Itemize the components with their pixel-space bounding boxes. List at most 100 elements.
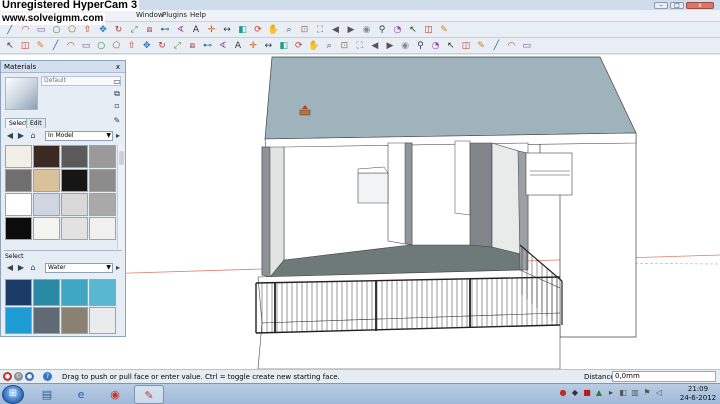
next-icon[interactable]: ▶ <box>345 24 357 36</box>
zoom-icon[interactable]: ⌕ <box>283 24 295 36</box>
tab-edit[interactable]: Edit <box>26 118 46 128</box>
orbit-icon[interactable]: ⟳ <box>252 24 264 36</box>
rectangle-icon[interactable]: ▭ <box>80 40 92 52</box>
help-icon[interactable]: ? <box>43 372 52 381</box>
collection-dropdown-secondary[interactable]: Water ▼ <box>45 263 113 273</box>
tray-icon-2[interactable]: ■ <box>582 388 592 398</box>
credits-icon[interactable]: © <box>14 372 23 381</box>
section-icon[interactable]: ◧ <box>237 24 249 36</box>
back-arrow-icon[interactable]: ◀ <box>5 131 15 141</box>
material-swatch[interactable] <box>61 217 88 240</box>
text-icon[interactable]: A <box>232 40 244 52</box>
text-icon[interactable]: A <box>190 24 202 36</box>
arc-icon[interactable]: ◠ <box>65 40 77 52</box>
material-swatch[interactable] <box>33 217 60 240</box>
network-icon[interactable]: ▥ <box>630 388 640 398</box>
scale-icon[interactable]: ⤢ <box>171 40 183 52</box>
previous-icon[interactable]: ◀ <box>369 40 381 52</box>
paint-icon[interactable]: ✎ <box>438 24 450 36</box>
start-button[interactable]: ⊞ <box>2 385 24 404</box>
water-material-swatch[interactable] <box>33 307 60 334</box>
pan-icon[interactable]: ✋ <box>268 24 280 36</box>
zoom-extents-icon[interactable]: ⛶ <box>314 24 326 36</box>
material-swatch[interactable] <box>61 145 88 168</box>
sketchup-task-icon[interactable]: ✎ <box>134 385 164 404</box>
material-swatch[interactable] <box>5 169 32 192</box>
water-material-swatch[interactable] <box>89 307 116 334</box>
material-swatch[interactable] <box>33 193 60 216</box>
polygon-icon[interactable]: ⬠ <box>110 40 122 52</box>
paint-icon[interactable]: ✎ <box>34 40 46 52</box>
lookaround-icon[interactable]: ◔ <box>392 24 404 36</box>
zoom-icon[interactable]: ⌕ <box>323 40 335 52</box>
walk-icon[interactable]: ⚲ <box>376 24 388 36</box>
menu-help[interactable]: Help <box>190 11 206 19</box>
recorder-tray-icon[interactable]: ● <box>558 388 568 398</box>
axes-icon[interactable]: ✛ <box>247 40 259 52</box>
volume-icon[interactable]: ◁ <box>654 388 664 398</box>
zoom-window-icon[interactable]: ⊡ <box>299 24 311 36</box>
ie-task-icon[interactable]: e <box>66 385 96 404</box>
water-material-swatch[interactable] <box>33 279 60 306</box>
axes-icon[interactable]: ✛ <box>206 24 218 36</box>
collection-dropdown[interactable]: In Model ▼ <box>45 131 113 141</box>
eraser-icon[interactable]: ◫ <box>460 40 472 52</box>
dimension-icon[interactable]: ↔ <box>221 24 233 36</box>
paint-icon[interactable]: ✎ <box>475 40 487 52</box>
select-icon[interactable]: ↖ <box>445 40 457 52</box>
tray-icon-5[interactable]: ◧ <box>618 388 628 398</box>
select-icon[interactable]: ↖ <box>4 40 16 52</box>
water-material-swatch[interactable] <box>61 307 88 334</box>
rotate-icon[interactable]: ↻ <box>156 40 168 52</box>
material-name-field[interactable]: Default <box>41 76 121 86</box>
materials-title-bar[interactable]: Materials x <box>1 61 125 73</box>
next-icon[interactable]: ▶ <box>384 40 396 52</box>
protractor-icon[interactable]: ∢ <box>175 24 187 36</box>
material-swatch[interactable] <box>89 169 116 192</box>
material-swatch[interactable] <box>5 145 32 168</box>
back-arrow-icon[interactable]: ◀ <box>5 263 15 273</box>
tray-icon-3[interactable]: ▲ <box>594 388 604 398</box>
home-icon[interactable]: ⌂ <box>28 131 38 141</box>
camera-icon[interactable]: ◉ <box>399 40 411 52</box>
offset-icon[interactable]: ⧈ <box>144 24 156 36</box>
create-material-icon[interactable]: ⧉ <box>112 89 122 99</box>
offset-icon[interactable]: ⧈ <box>186 40 198 52</box>
pushpull-icon[interactable]: ⇧ <box>126 40 138 52</box>
select-icon[interactable]: ↖ <box>407 24 419 36</box>
user-icon[interactable]: ● <box>25 372 34 381</box>
close-icon[interactable]: x <box>114 63 122 71</box>
close-button[interactable]: x <box>686 2 714 9</box>
explorer-task-icon[interactable]: ▤ <box>32 385 62 404</box>
pan-icon[interactable]: ✋ <box>308 40 320 52</box>
eraser-icon[interactable]: ◫ <box>19 40 31 52</box>
material-swatch[interactable] <box>89 193 116 216</box>
circle-icon[interactable]: ○ <box>95 40 107 52</box>
rectangle-icon[interactable]: ▭ <box>521 40 533 52</box>
arc-icon[interactable]: ◠ <box>506 40 518 52</box>
tray-icon-1[interactable]: ◆ <box>570 388 580 398</box>
protractor-icon[interactable]: ∢ <box>217 40 229 52</box>
distance-input[interactable]: 0,0mm <box>612 371 716 382</box>
display-secondary-icon[interactable]: ▭ <box>112 77 122 87</box>
orbit-icon[interactable]: ⟳ <box>293 40 305 52</box>
material-swatch[interactable] <box>61 193 88 216</box>
material-swatch[interactable] <box>61 169 88 192</box>
previous-icon[interactable]: ◀ <box>330 24 342 36</box>
material-swatch[interactable] <box>5 193 32 216</box>
zoom-window-icon[interactable]: ⊡ <box>338 40 350 52</box>
tape-icon[interactable]: ⊷ <box>202 40 214 52</box>
chrome-task-icon[interactable]: ◉ <box>100 385 130 404</box>
water-material-swatch[interactable] <box>5 279 32 306</box>
material-swatch[interactable] <box>5 217 32 240</box>
maximize-button[interactable]: □ <box>670 2 684 9</box>
section-icon[interactable]: ◧ <box>278 40 290 52</box>
clock[interactable]: 21:09 24-6-2012 <box>678 385 718 403</box>
minimize-button[interactable]: – <box>654 2 668 9</box>
line-icon[interactable]: ╱ <box>50 40 62 52</box>
forward-arrow-icon[interactable]: ▶ <box>16 263 26 273</box>
details-arrow-icon[interactable]: ▸ <box>113 263 123 273</box>
dimension-icon[interactable]: ↔ <box>262 40 274 52</box>
zoom-extents-icon[interactable]: ⛶ <box>354 40 366 52</box>
line-icon[interactable]: ╱ <box>490 40 502 52</box>
